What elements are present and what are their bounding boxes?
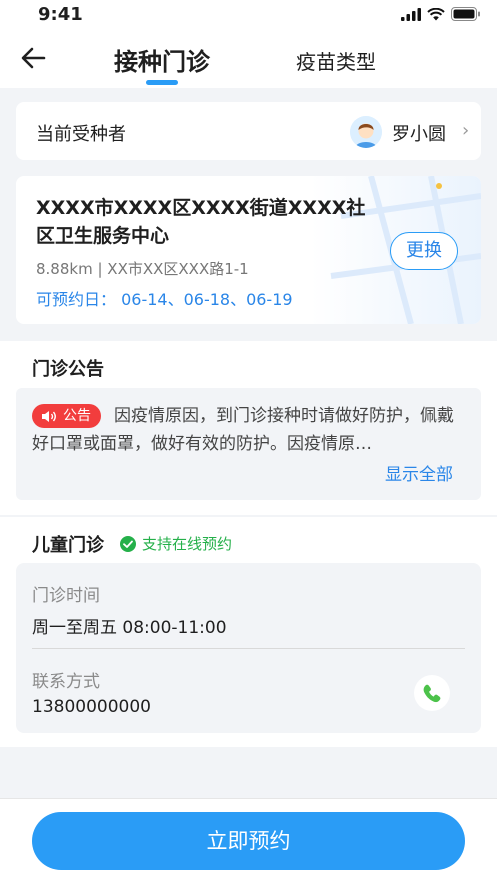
top-nav: 接种门诊 疫苗类型 bbox=[0, 32, 497, 88]
clinic-name: XXXX市XXXX区XXXX街道XXXX社区卫生服务中心 bbox=[36, 197, 366, 247]
notice-section: 门诊公告 因疫情原因，到门诊接种时请做好防护，佩戴好口罩或面罩，做好有效的防护。… bbox=[0, 341, 497, 515]
outpatient-title: 儿童门诊 bbox=[32, 535, 104, 556]
call-button[interactable] bbox=[414, 675, 450, 711]
available-dates: 可预约日： 06-14、06-18、06-19 bbox=[36, 290, 293, 309]
status-bar: 9:41 bbox=[0, 0, 497, 32]
phone-icon bbox=[423, 684, 441, 703]
bottom-action-bar: 立即预约 bbox=[0, 798, 497, 884]
book-now-button[interactable]: 立即预约 bbox=[32, 812, 465, 870]
notice-box: 因疫情原因，到门诊接种时请做好防护，佩戴好口罩或面罩，做好有效的防护。因疫情原…… bbox=[16, 388, 481, 500]
tab-clinic[interactable]: 接种门诊 bbox=[114, 42, 210, 77]
show-all-link[interactable]: 显示全部 bbox=[385, 460, 453, 485]
clinic-card: XXXX市XXXX区XXXX街道XXXX社区卫生服务中心 8.88km | XX… bbox=[16, 176, 481, 324]
divider bbox=[32, 648, 465, 649]
online-booking-tag: 支持在线预约 bbox=[120, 533, 232, 554]
tab-vaccine-type[interactable]: 疫苗类型 bbox=[296, 46, 376, 75]
notice-badge-label: 公告 bbox=[63, 408, 91, 424]
status-icons bbox=[401, 7, 481, 21]
chevron-right-icon: › bbox=[462, 120, 470, 141]
recipient-selector[interactable]: 当前受种者 罗小圆 › bbox=[16, 102, 481, 160]
contact-value: 13800000000 bbox=[32, 697, 151, 717]
avatar bbox=[350, 116, 382, 148]
outpatient-section: 儿童门诊 支持在线预约 门诊时间 周一至周五 08:00-11:00 联系方式 … bbox=[0, 517, 497, 747]
change-clinic-button[interactable]: 更换 bbox=[390, 232, 458, 270]
speaker-icon bbox=[42, 411, 56, 422]
contact-label: 联系方式 bbox=[32, 672, 100, 692]
wifi-icon bbox=[427, 7, 445, 20]
outpatient-info: 门诊时间 周一至周五 08:00-11:00 联系方式 13800000000 bbox=[16, 563, 481, 733]
recipient-label: 当前受种者 bbox=[36, 124, 126, 145]
status-time: 9:41 bbox=[38, 4, 83, 25]
notice-badge: 公告 bbox=[32, 404, 101, 428]
battery-icon bbox=[451, 7, 480, 21]
signal-icon bbox=[401, 7, 421, 21]
back-arrow-icon[interactable] bbox=[18, 44, 50, 72]
recipient-name: 罗小圆 bbox=[392, 124, 446, 145]
child-avatar-icon bbox=[350, 116, 382, 148]
hours-label: 门诊时间 bbox=[32, 586, 100, 606]
active-tab-indicator bbox=[146, 80, 178, 85]
notice-title: 门诊公告 bbox=[32, 359, 104, 380]
check-circle-icon bbox=[120, 535, 136, 552]
online-booking-label: 支持在线预约 bbox=[142, 535, 233, 553]
hours-value: 周一至周五 08:00-11:00 bbox=[32, 618, 227, 638]
clinic-address: 8.88km | XX市XX区XXX路1-1 bbox=[36, 260, 249, 278]
